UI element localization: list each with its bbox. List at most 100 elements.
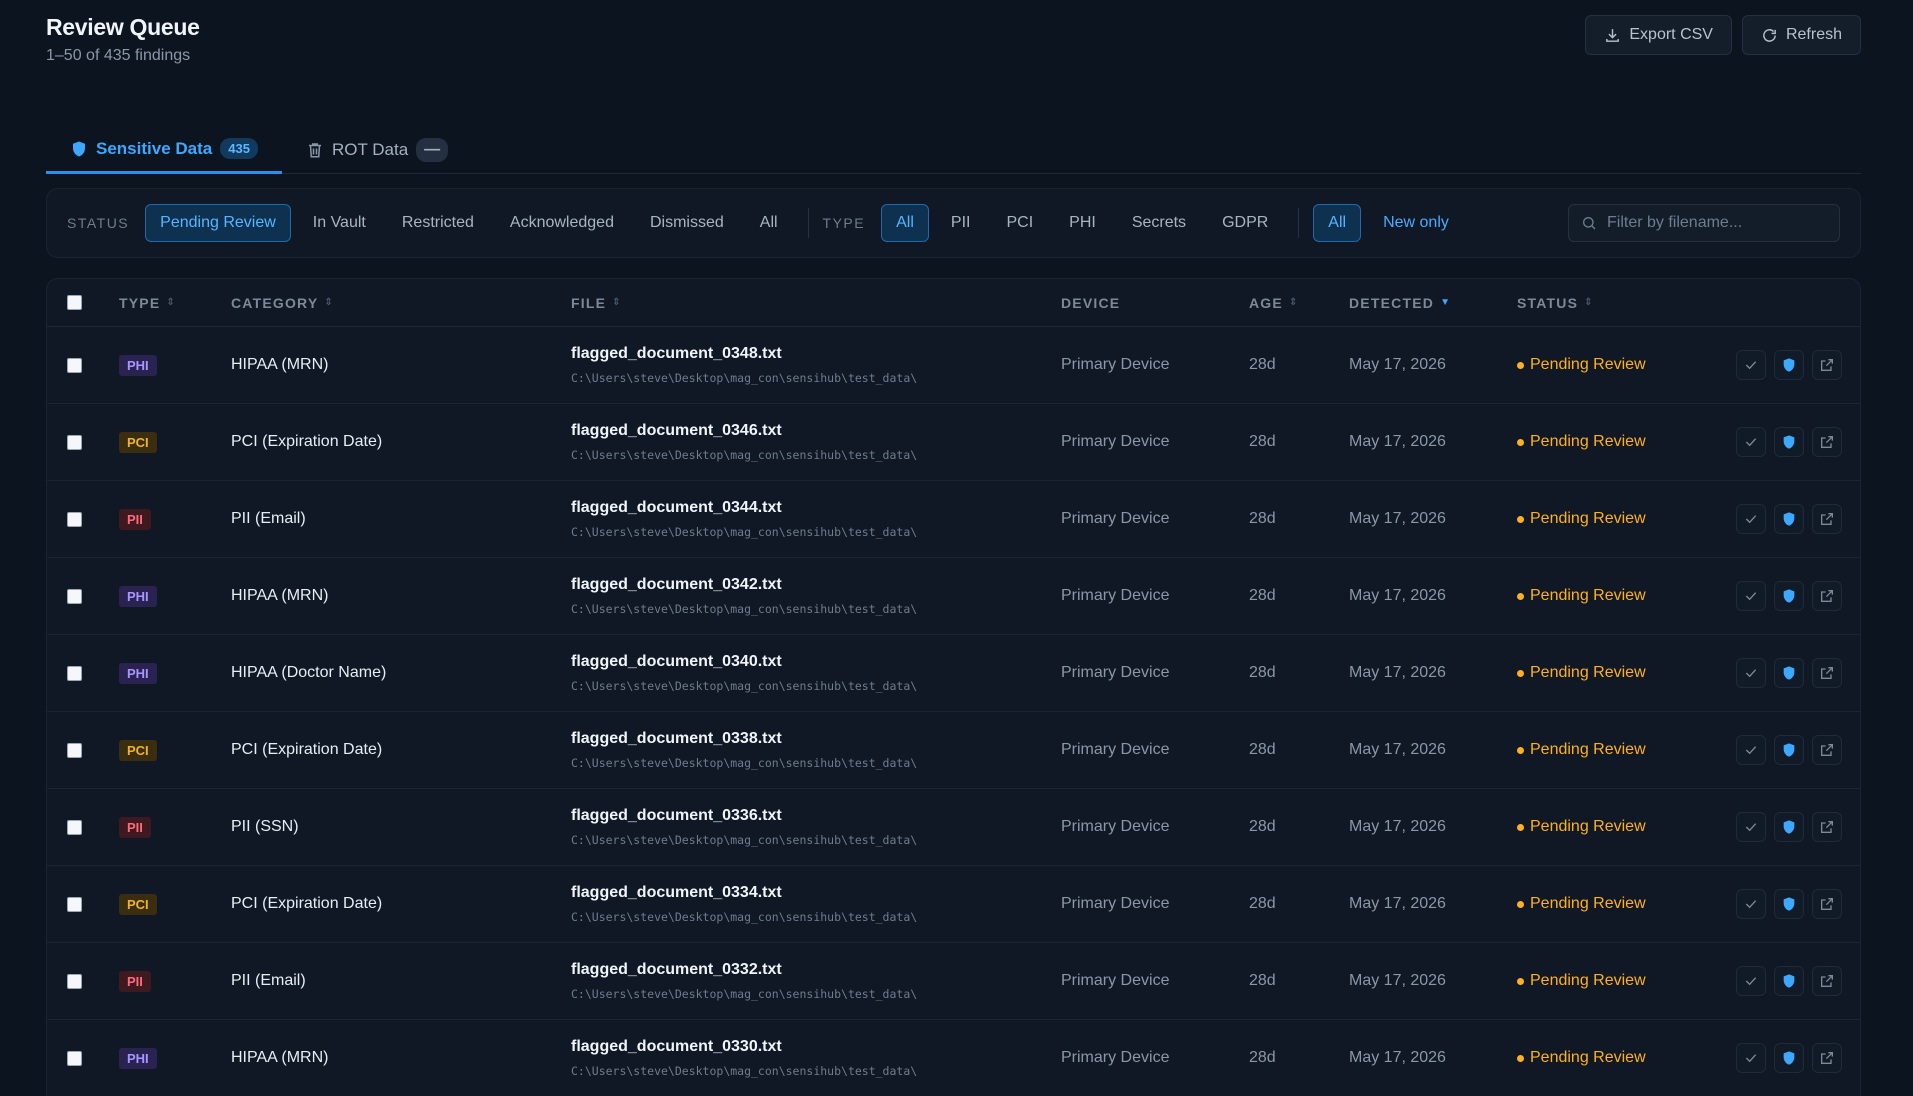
- type-filter-all[interactable]: All: [881, 204, 929, 242]
- tab-sensitive-data-label: Sensitive Data: [96, 138, 213, 158]
- column-detected[interactable]: DETECTED ▼: [1349, 295, 1517, 311]
- row-checkbox[interactable]: [67, 742, 82, 758]
- open-file-button[interactable]: [1812, 735, 1842, 765]
- table-row[interactable]: PII PII (Email) flagged_document_0344.tx…: [47, 481, 1860, 558]
- status-filter-dismissed[interactable]: Dismissed: [636, 205, 738, 241]
- external-link-icon: [1821, 590, 1833, 602]
- type-filter-secrets[interactable]: Secrets: [1118, 205, 1200, 241]
- acknowledge-button[interactable]: [1736, 350, 1766, 380]
- column-status[interactable]: STATUS ⇕: [1517, 295, 1727, 311]
- vault-button[interactable]: [1774, 350, 1804, 380]
- scope-filter-all[interactable]: All: [1313, 204, 1362, 242]
- column-age[interactable]: AGE ⇕: [1249, 295, 1349, 311]
- type-badge: PII: [119, 508, 151, 530]
- open-file-button[interactable]: [1812, 1043, 1842, 1073]
- acknowledge-button[interactable]: [1736, 581, 1766, 611]
- acknowledge-button[interactable]: [1736, 427, 1766, 457]
- row-checkbox[interactable]: [67, 357, 82, 373]
- open-file-button[interactable]: [1812, 812, 1842, 842]
- acknowledge-button[interactable]: [1736, 504, 1766, 534]
- open-file-button[interactable]: [1812, 889, 1842, 919]
- table-row[interactable]: PII PII (SSN) flagged_document_0336.txt …: [47, 789, 1860, 866]
- table-row[interactable]: PII PII (Email) flagged_document_0332.tx…: [47, 943, 1860, 1020]
- vault-button[interactable]: [1774, 889, 1804, 919]
- table-row[interactable]: PCI PCI (Expiration Date) flagged_docume…: [47, 404, 1860, 481]
- status-filter-pending-review[interactable]: Pending Review: [145, 204, 291, 242]
- open-file-button[interactable]: [1812, 427, 1842, 457]
- open-file-button[interactable]: [1812, 350, 1842, 380]
- table-row[interactable]: PHI HIPAA (Doctor Name) flagged_document…: [47, 635, 1860, 712]
- row-checkbox[interactable]: [67, 588, 82, 604]
- row-checkbox[interactable]: [67, 665, 82, 681]
- sort-desc-icon: ▼: [1440, 297, 1452, 308]
- file-name[interactable]: flagged_document_0332.txt: [571, 961, 1061, 979]
- file-name[interactable]: flagged_document_0344.txt: [571, 499, 1061, 517]
- open-file-button[interactable]: [1812, 658, 1842, 688]
- table-row[interactable]: PCI PCI (Expiration Date) flagged_docume…: [47, 866, 1860, 943]
- vault-button[interactable]: [1774, 427, 1804, 457]
- vault-button[interactable]: [1774, 504, 1804, 534]
- acknowledge-button[interactable]: [1736, 812, 1766, 842]
- type-filter-pci[interactable]: PCI: [992, 205, 1047, 241]
- row-checkbox[interactable]: [67, 1050, 82, 1066]
- status-filter-all[interactable]: All: [746, 205, 792, 241]
- vault-button[interactable]: [1774, 1043, 1804, 1073]
- status-filter-in-vault[interactable]: In Vault: [299, 205, 380, 241]
- acknowledge-button[interactable]: [1736, 1043, 1766, 1073]
- acknowledge-button[interactable]: [1736, 735, 1766, 765]
- scope-filter-new-only[interactable]: New only: [1369, 205, 1463, 241]
- export-csv-button[interactable]: Export CSV: [1585, 15, 1732, 55]
- sort-icon: ⇕: [324, 297, 334, 308]
- vault-button[interactable]: [1774, 658, 1804, 688]
- column-category[interactable]: CATEGORY ⇕: [231, 295, 571, 311]
- table-row[interactable]: PCI PCI (Expiration Date) flagged_docume…: [47, 712, 1860, 789]
- tab-rot-data[interactable]: ROT Data —: [282, 126, 472, 174]
- acknowledge-button[interactable]: [1736, 889, 1766, 919]
- file-name[interactable]: flagged_document_0346.txt: [571, 422, 1061, 440]
- status-filter-acknowledged[interactable]: Acknowledged: [496, 205, 628, 241]
- vault-button[interactable]: [1774, 581, 1804, 611]
- file-name[interactable]: flagged_document_0334.txt: [571, 884, 1061, 902]
- acknowledge-button[interactable]: [1736, 658, 1766, 688]
- status-filter-restricted[interactable]: Restricted: [388, 205, 488, 241]
- column-file[interactable]: FILE ⇕: [571, 295, 1061, 311]
- open-file-button[interactable]: [1812, 504, 1842, 534]
- tab-sensitive-data-count: 435: [220, 138, 258, 159]
- open-file-button[interactable]: [1812, 581, 1842, 611]
- file-name[interactable]: flagged_document_0340.txt: [571, 653, 1061, 671]
- table-row[interactable]: PHI HIPAA (MRN) flagged_document_0342.tx…: [47, 558, 1860, 635]
- filename-search[interactable]: [1568, 204, 1840, 242]
- external-link-icon: [1821, 1052, 1833, 1064]
- table-row[interactable]: PHI HIPAA (MRN) flagged_document_0330.tx…: [47, 1020, 1860, 1096]
- acknowledge-button[interactable]: [1736, 966, 1766, 996]
- type-filter-gdpr[interactable]: GDPR: [1208, 205, 1282, 241]
- file-name[interactable]: flagged_document_0338.txt: [571, 730, 1061, 748]
- file-name[interactable]: flagged_document_0336.txt: [571, 807, 1061, 825]
- type-filter-pii[interactable]: PII: [937, 205, 985, 241]
- category-cell: PII (Email): [231, 510, 306, 527]
- file-name[interactable]: flagged_document_0330.txt: [571, 1038, 1061, 1056]
- row-checkbox[interactable]: [67, 819, 82, 835]
- search-input[interactable]: [1607, 214, 1827, 232]
- row-checkbox[interactable]: [67, 511, 82, 527]
- vault-button[interactable]: [1774, 812, 1804, 842]
- column-type[interactable]: TYPE ⇕: [119, 295, 231, 311]
- tab-sensitive-data[interactable]: Sensitive Data 435: [46, 126, 282, 174]
- external-link-icon: [1821, 436, 1833, 448]
- vault-button[interactable]: [1774, 966, 1804, 996]
- type-filter-phi[interactable]: PHI: [1055, 205, 1110, 241]
- download-icon: [1606, 28, 1620, 42]
- row-checkbox[interactable]: [67, 973, 82, 989]
- table-row[interactable]: PHI HIPAA (MRN) flagged_document_0348.tx…: [47, 327, 1860, 404]
- row-select-cell: [47, 973, 119, 989]
- row-checkbox[interactable]: [67, 434, 82, 450]
- page-title: Review Queue: [46, 14, 200, 40]
- row-checkbox[interactable]: [67, 896, 82, 912]
- file-name[interactable]: flagged_document_0342.txt: [571, 576, 1061, 594]
- open-file-button[interactable]: [1812, 966, 1842, 996]
- vault-button[interactable]: [1774, 735, 1804, 765]
- category-cell: PCI (Expiration Date): [231, 433, 383, 450]
- file-name[interactable]: flagged_document_0348.txt: [571, 345, 1061, 363]
- select-all-checkbox[interactable]: [67, 295, 82, 310]
- refresh-button[interactable]: Refresh: [1741, 15, 1861, 55]
